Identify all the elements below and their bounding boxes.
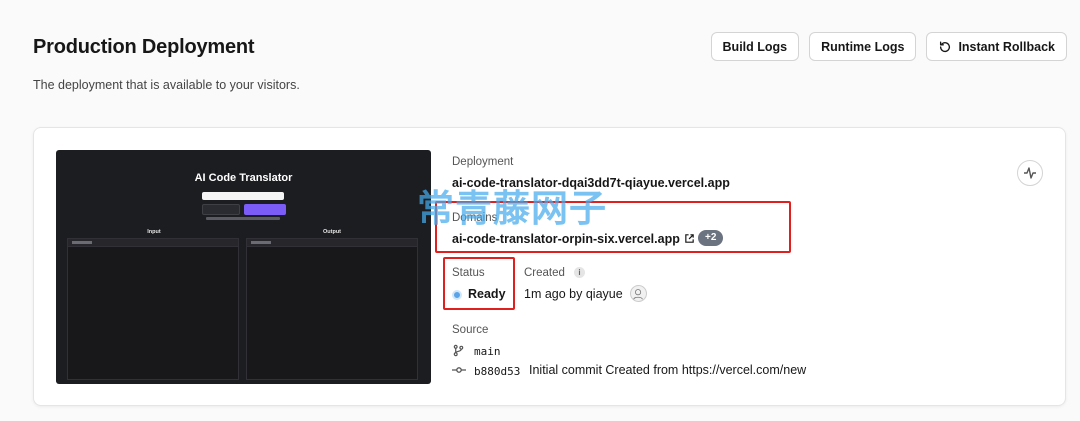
preview-input-panel xyxy=(67,238,239,380)
created-value: 1m ago by qiayue xyxy=(524,287,623,301)
source-label: Source xyxy=(452,324,489,336)
runtime-logs-button[interactable]: Runtime Logs xyxy=(809,32,917,61)
preview-input-label: Input xyxy=(147,229,161,235)
branch-name[interactable]: main xyxy=(474,345,501,358)
avatar[interactable] xyxy=(630,285,647,302)
preview-api-key-field xyxy=(202,192,284,200)
activity-icon xyxy=(1024,167,1036,179)
deployment-card: AI Code Translator Input Output Deployme… xyxy=(33,127,1066,406)
rollback-icon xyxy=(940,41,951,52)
deployment-label: Deployment xyxy=(452,156,514,168)
preview-hint xyxy=(206,217,280,220)
deployment-preview[interactable]: AI Code Translator Input Output xyxy=(56,150,431,384)
runtime-logs-label: Runtime Logs xyxy=(821,39,905,54)
activity-button[interactable] xyxy=(1017,160,1043,186)
preview-output-label: Output xyxy=(322,229,342,235)
preview-title: AI Code Translator xyxy=(194,172,293,184)
instant-rollback-label: Instant Rollback xyxy=(958,39,1055,54)
preview-output-panel xyxy=(246,238,418,380)
commit-message: Initial commit Created from https://verc… xyxy=(529,363,807,377)
build-logs-button[interactable]: Build Logs xyxy=(710,32,800,61)
git-branch-icon xyxy=(453,344,464,357)
preview-translate-button xyxy=(244,204,286,215)
build-logs-label: Build Logs xyxy=(722,39,788,54)
status-highlight-box xyxy=(443,257,515,310)
preview-model-select xyxy=(202,204,240,215)
header-actions: Build Logs Runtime Logs Instant Rollback xyxy=(710,32,1067,61)
commit-hash[interactable]: b880d53 xyxy=(474,365,520,378)
watermark: 常青藤网子 xyxy=(417,187,607,230)
created-label: Created xyxy=(524,267,565,279)
info-icon[interactable]: i xyxy=(574,267,585,278)
instant-rollback-button[interactable]: Instant Rollback xyxy=(926,32,1067,61)
git-commit-icon xyxy=(452,367,466,373)
page: Production Deployment The deployment tha… xyxy=(0,0,1080,421)
page-subtitle: The deployment that is available to your… xyxy=(33,78,300,92)
page-title: Production Deployment xyxy=(33,36,255,58)
